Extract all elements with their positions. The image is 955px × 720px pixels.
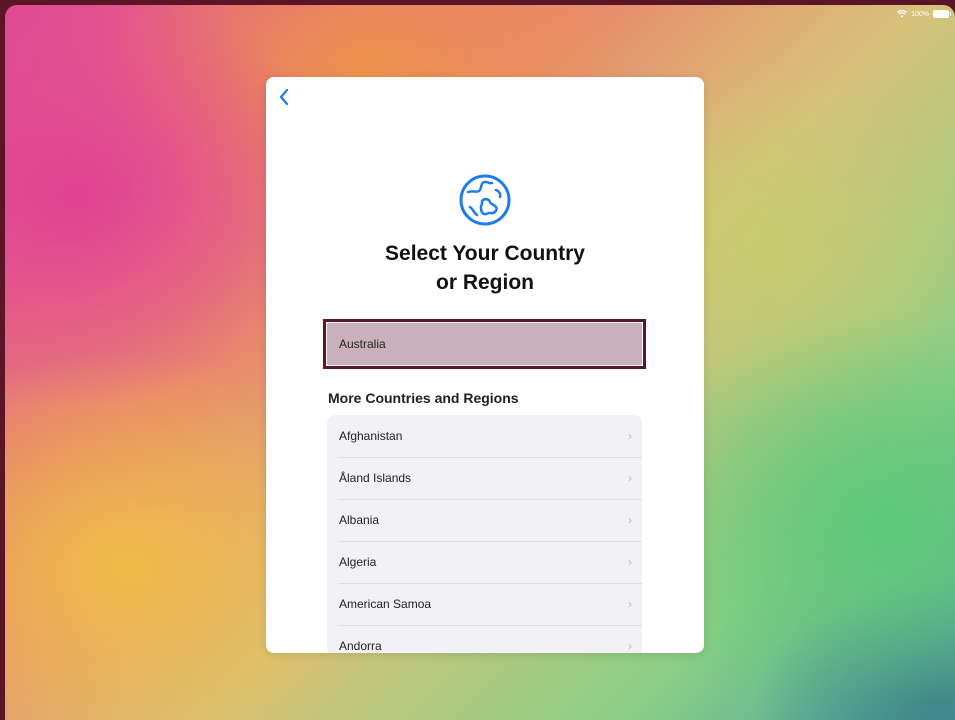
section-heading: More Countries and Regions <box>328 390 519 406</box>
selection-highlight <box>323 319 646 369</box>
device-screen: 100% Select Your Country or Region Austr… <box>5 5 955 720</box>
country-label: Albania <box>339 513 380 527</box>
page-title: Select Your Country or Region <box>266 239 704 297</box>
list-item[interactable]: Åland Islands › <box>327 457 642 499</box>
list-item[interactable]: Algeria › <box>327 541 642 583</box>
back-button[interactable] <box>274 87 294 107</box>
title-line-2: or Region <box>436 271 534 294</box>
list-item[interactable]: American Samoa › <box>327 583 642 625</box>
chevron-right-icon: › <box>628 471 632 485</box>
list-item[interactable]: Andorra › <box>327 625 642 653</box>
wifi-icon <box>897 10 908 18</box>
country-label: American Samoa <box>339 597 432 611</box>
chevron-right-icon: › <box>628 639 632 653</box>
chevron-right-icon: › <box>628 429 632 443</box>
setup-panel: Select Your Country or Region Australia … <box>266 77 704 653</box>
country-label: Algeria <box>339 555 377 569</box>
status-bar: 100% <box>897 7 951 21</box>
globe-icon <box>459 174 511 226</box>
list-item[interactable]: Afghanistan › <box>327 415 642 457</box>
country-list[interactable]: Afghanistan › Åland Islands › Albania › … <box>327 415 642 653</box>
chevron-left-icon <box>279 89 289 105</box>
list-item[interactable]: Albania › <box>327 499 642 541</box>
title-line-1: Select Your Country <box>385 242 585 265</box>
chevron-right-icon: › <box>628 513 632 527</box>
battery-percent: 100% <box>911 10 929 18</box>
battery-icon <box>933 10 951 18</box>
country-label: Åland Islands <box>339 471 412 485</box>
chevron-right-icon: › <box>628 555 632 569</box>
country-label: Andorra <box>339 639 382 653</box>
country-label: Afghanistan <box>339 429 403 443</box>
chevron-right-icon: › <box>628 597 632 611</box>
